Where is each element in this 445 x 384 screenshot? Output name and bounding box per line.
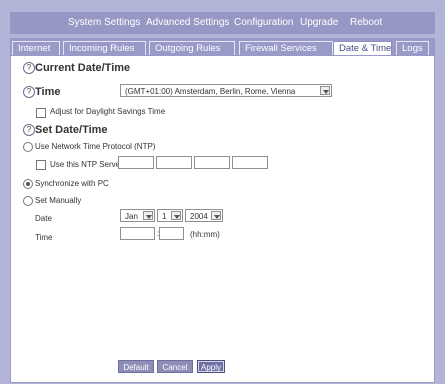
timezone-select[interactable]: (GMT+01:00) Amsterdam, Berlin, Rome, Vie… [120, 84, 332, 97]
chevron-down-icon [211, 211, 221, 220]
hour-input[interactable] [120, 227, 155, 240]
tab-incoming-rules[interactable]: Incoming Rules [63, 41, 146, 55]
ntp-radio[interactable] [23, 142, 33, 152]
top-navigation: System Settings Advanced Settings Config… [10, 12, 435, 34]
day-select[interactable]: 1 [157, 209, 183, 222]
ntp-server-checkbox[interactable] [36, 160, 46, 170]
nav-configuration[interactable]: Configuration [234, 17, 293, 28]
cancel-button[interactable]: Cancel [157, 360, 193, 373]
help-icon[interactable]: ? [23, 124, 35, 136]
manual-label: Set Manually [35, 196, 82, 205]
nav-advanced-settings[interactable]: Advanced Settings [146, 17, 229, 28]
ntp-server-octet-3[interactable] [194, 156, 230, 169]
month-value: Jan [125, 212, 138, 221]
month-select[interactable]: Jan [120, 209, 155, 222]
tab-outgoing-rules[interactable]: Outgoing Rules [149, 41, 235, 55]
nav-reboot[interactable]: Reboot [350, 17, 382, 28]
subtab-bar: Internet Incoming Rules Outgoing Rules F… [10, 38, 435, 55]
ntp-label: Use Network Time Protocol (NTP) [35, 142, 156, 151]
time-label: Time [35, 86, 61, 98]
manual-radio[interactable] [23, 196, 33, 206]
day-value: 1 [162, 212, 167, 221]
sync-pc-label: Synchronize with PC [35, 179, 109, 188]
chevron-down-icon [143, 211, 153, 220]
date-label: Date [35, 214, 52, 223]
time-format-hint: (hh:mm) [190, 230, 220, 239]
timezone-value: (GMT+01:00) Amsterdam, Berlin, Rome, Vie… [125, 87, 296, 96]
current-date-time-title: Current Date/Time [35, 62, 131, 74]
tab-firewall-services[interactable]: Firewall Services [239, 41, 333, 55]
nav-system-settings[interactable]: System Settings [68, 17, 140, 28]
dst-checkbox[interactable] [36, 108, 46, 118]
year-value: 2004 [190, 212, 208, 221]
apply-button[interactable]: Apply [197, 360, 225, 373]
minute-input[interactable] [159, 227, 184, 240]
default-button[interactable]: Default [118, 360, 154, 373]
ntp-server-octet-1[interactable] [118, 156, 154, 169]
content-panel: ? Current Date/Time ? Time (GMT+01:00) A… [10, 55, 435, 383]
tab-internet[interactable]: Internet [12, 41, 60, 55]
chevron-down-icon [171, 211, 181, 220]
tab-logs[interactable]: Logs [396, 41, 429, 55]
help-icon[interactable]: ? [23, 86, 35, 98]
ntp-server-label: Use this NTP Server [50, 160, 123, 169]
chevron-down-icon [320, 86, 330, 95]
help-icon[interactable]: ? [23, 62, 35, 74]
nav-upgrade[interactable]: Upgrade [300, 17, 338, 28]
sync-pc-radio[interactable] [23, 179, 33, 189]
ntp-server-octet-4[interactable] [232, 156, 268, 169]
dst-label: Adjust for Daylight Savings Time [50, 107, 166, 116]
manual-time-label: Time [35, 233, 53, 242]
set-date-time-title: Set Date/Time [35, 124, 108, 136]
ntp-server-octet-2[interactable] [156, 156, 192, 169]
tab-date-time[interactable]: Date & Time [333, 41, 392, 55]
year-select[interactable]: 2004 [185, 209, 223, 222]
